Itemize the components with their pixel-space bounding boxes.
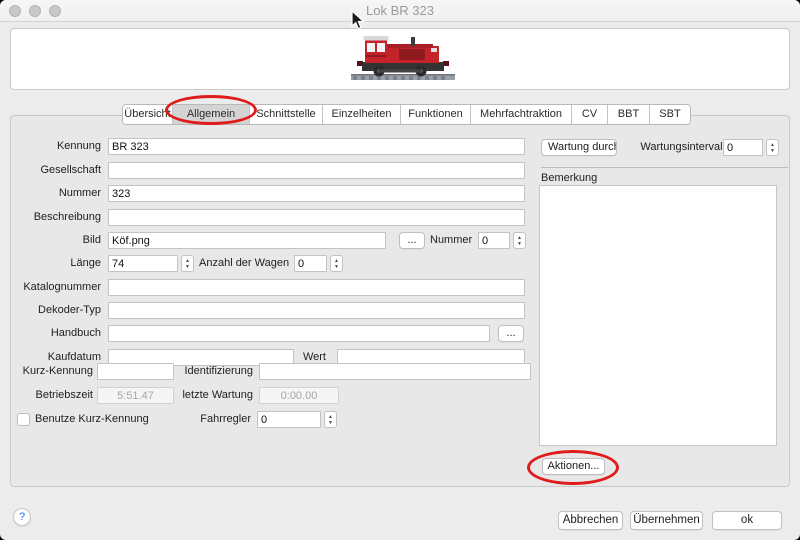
bild-browse-button[interactable]: ... (399, 232, 425, 249)
identifizierung-input[interactable] (259, 363, 531, 380)
laenge-label: Länge (11, 255, 101, 272)
bild-nummer-label: Nummer (430, 232, 472, 249)
bild-input[interactable] (108, 232, 386, 249)
wartungsintervall-label: Wartungsintervall (625, 139, 725, 156)
stepper-down-icon[interactable]: ▼ (328, 420, 333, 426)
katalognummer-label: Katalognummer (11, 279, 101, 296)
beschreibung-input[interactable] (108, 209, 525, 226)
benutze-kurz-kennung-checkbox[interactable] (17, 413, 30, 426)
handbuch-browse-button[interactable]: ... (498, 325, 524, 342)
tab-einzelheiten[interactable]: Einzelheiten (323, 105, 401, 124)
stepper-down-icon[interactable]: ▼ (334, 264, 339, 270)
wartungsintervall-input[interactable] (723, 139, 763, 156)
tab-mehrfachtraktion[interactable]: Mehrfachtraktion (471, 105, 572, 124)
laenge-stepper[interactable]: ▲ ▼ (181, 255, 194, 272)
fahrregler-input[interactable] (257, 411, 321, 428)
wagen-label: Anzahl der Wagen (199, 255, 289, 272)
wartung-durchgefuehrt-button[interactable]: Wartung durch (541, 139, 617, 156)
bemerkung-label: Bemerkung (541, 172, 597, 184)
identifizierung-label: Identifizierung (179, 363, 253, 380)
letzte-wartung-label: letzte Wartung (179, 387, 253, 404)
annotation-ellipse-aktionen (527, 450, 619, 485)
mouse-cursor-icon (351, 10, 365, 30)
handbuch-input[interactable] (108, 325, 490, 342)
stepper-down-icon[interactable]: ▼ (517, 241, 522, 247)
form-panel: Kennung Gesellschaft Nummer Beschreibung… (10, 115, 790, 487)
tab-cv[interactable]: CV (572, 105, 608, 124)
bild-nummer-input[interactable] (478, 232, 510, 249)
uebernehmen-button[interactable]: Übernehmen (630, 511, 703, 530)
beschreibung-label: Beschreibung (11, 209, 101, 226)
dekoder-typ-input[interactable] (108, 302, 525, 319)
nummer-label: Nummer (11, 185, 101, 202)
handbuch-label: Handbuch (11, 325, 101, 342)
kurz-kennung-input[interactable] (97, 363, 174, 380)
titlebar: Lok BR 323 (0, 0, 800, 22)
annotation-ellipse-allgemein (165, 95, 257, 125)
locomotive-image (343, 31, 463, 83)
nummer-input[interactable] (108, 185, 525, 202)
laenge-input[interactable] (108, 255, 178, 272)
stepper-down-icon[interactable]: ▼ (770, 148, 775, 154)
gesellschaft-label: Gesellschaft (11, 162, 101, 179)
kurz-kennung-label: Kurz-Kennung (11, 363, 93, 380)
bild-label: Bild (11, 232, 101, 249)
wartungsintervall-stepper[interactable]: ▲ ▼ (766, 139, 779, 156)
benutze-kurz-kennung-label: Benutze Kurz-Kennung (35, 411, 175, 428)
wagen-input[interactable] (294, 255, 327, 272)
fahrregler-label: Fahrregler (181, 411, 251, 428)
ok-button[interactable]: ok (712, 511, 782, 530)
right-panel-divider (541, 167, 788, 168)
betriebszeit-value (97, 387, 174, 404)
katalognummer-input[interactable] (108, 279, 525, 296)
help-button[interactable]: ? (13, 508, 31, 526)
wagen-stepper[interactable]: ▲ ▼ (330, 255, 343, 272)
gesellschaft-input[interactable] (108, 162, 525, 179)
window-title: Lok BR 323 (0, 0, 800, 22)
betriebszeit-label: Betriebszeit (11, 387, 93, 404)
abbrechen-button[interactable]: Abbrechen (558, 511, 623, 530)
bild-nummer-stepper[interactable]: ▲ ▼ (513, 232, 526, 249)
tab-schnittstelle[interactable]: Schnittstelle (250, 105, 323, 124)
letzte-wartung-value (259, 387, 339, 404)
stepper-down-icon[interactable]: ▼ (185, 264, 190, 270)
dekoder-typ-label: Dekoder-Typ (11, 302, 101, 319)
fahrregler-stepper[interactable]: ▲ ▼ (324, 411, 337, 428)
bemerkung-textarea[interactable] (539, 185, 777, 446)
tab-bbt[interactable]: BBT (608, 105, 650, 124)
tab-sbt[interactable]: SBT (650, 105, 690, 124)
tab-funktionen[interactable]: Funktionen (401, 105, 471, 124)
dialog-window: Lok BR 323 (0, 0, 800, 540)
